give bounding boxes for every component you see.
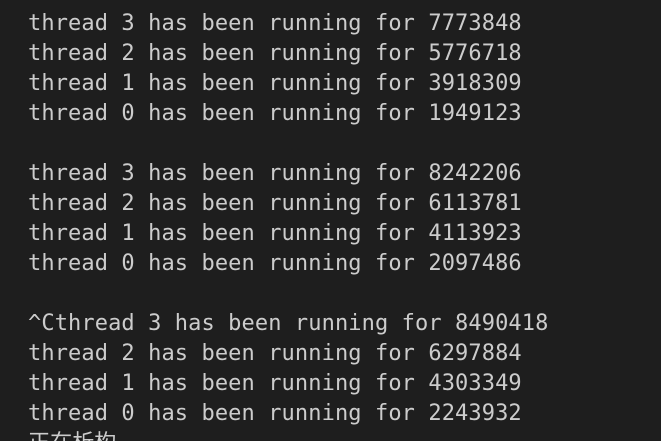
terminal-line: thread 2 has been running for 6297884 [28, 341, 522, 366]
terminal-line: thread 1 has been running for 4113923 [28, 221, 522, 246]
terminal-output[interactable]: thread 3 has been running for 7773848 th… [0, 0, 661, 441]
terminal-line: thread 1 has been running for 4303349 [28, 371, 522, 396]
terminal-line: thread 2 has been running for 6113781 [28, 191, 522, 216]
terminal-line: thread 0 has been running for 2097486 [28, 251, 522, 276]
terminal-line: thread 2 has been running for 5776718 [28, 41, 522, 66]
terminal-line: ^Cthread 3 has been running for 8490418 [28, 311, 549, 336]
terminal-line: 正在析构 [28, 429, 661, 441]
terminal-line: thread 3 has been running for 8242206 [28, 161, 522, 186]
terminal-line: thread 0 has been running for 1949123 [28, 101, 522, 126]
terminal-line: thread 3 has been running for 7773848 [28, 11, 522, 36]
terminal-line: thread 0 has been running for 2243932 [28, 401, 522, 426]
terminal-line: thread 1 has been running for 3918309 [28, 71, 522, 96]
